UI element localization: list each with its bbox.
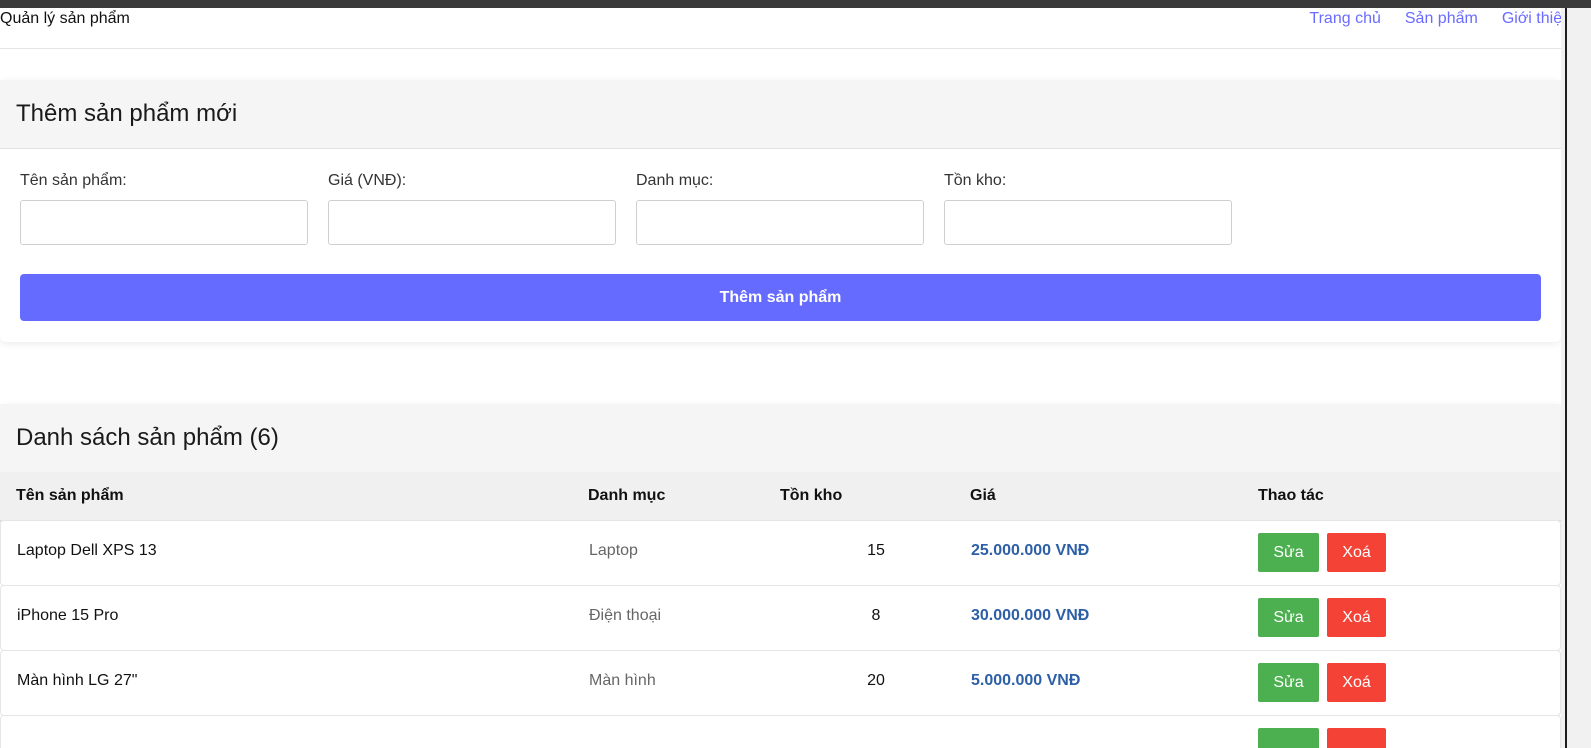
table-row: Laptop Dell XPS 13 Laptop 15 25.000.000 … — [0, 520, 1561, 586]
app-brand: Quản lý sản phẩm — [0, 10, 130, 27]
main-nav: Trang chủ Sản phẩm Giới thiệu — [1309, 10, 1561, 28]
add-product-button[interactable]: Thêm sản phẩm — [20, 274, 1541, 321]
product-stock: 15 — [867, 542, 885, 559]
product-stock: 20 — [867, 672, 885, 689]
product-category: Laptop — [589, 542, 638, 559]
table-row — [0, 715, 1561, 748]
delete-button[interactable]: Xoá — [1327, 533, 1386, 572]
field-name-label: Tên sản phẩm: — [20, 172, 127, 189]
field-price-group: Giá (VNĐ): — [328, 172, 616, 245]
product-list-card: Danh sách sản phẩm (6) Tên sản phẩm Danh… — [0, 404, 1561, 748]
product-price: 30.000.000 VNĐ — [971, 607, 1090, 624]
product-name-input[interactable] — [20, 200, 308, 245]
edit-button[interactable]: Sửa — [1258, 663, 1319, 702]
product-price-input[interactable] — [328, 200, 616, 245]
delete-button[interactable]: Xoá — [1327, 598, 1386, 637]
add-product-fields: Tên sản phẩm: Giá (VNĐ): Danh mục: Tồn k… — [20, 172, 1232, 245]
edit-button[interactable] — [1258, 728, 1319, 748]
nav-link-about[interactable]: Giới thiệu — [1502, 10, 1561, 28]
table-row: Màn hình LG 27" Màn hình 20 5.000.000 VN… — [0, 650, 1561, 716]
field-category-label: Danh mục: — [636, 172, 714, 189]
nav-link-home[interactable]: Trang chủ — [1309, 10, 1380, 28]
product-name: iPhone 15 Pro — [17, 607, 119, 624]
product-stock-input[interactable] — [944, 200, 1232, 245]
field-name-group: Tên sản phẩm: — [20, 172, 308, 245]
add-product-card: Thêm sản phẩm mới Tên sản phẩm: Giá (VNĐ… — [0, 80, 1561, 342]
column-header-actions: Thao tác — [1258, 487, 1324, 504]
product-stock: 8 — [871, 607, 881, 624]
table-header: Tên sản phẩm Danh mục Tồn kho Giá Thao t… — [0, 472, 1561, 522]
edit-button[interactable]: Sửa — [1258, 533, 1319, 572]
product-name: Màn hình LG 27" — [17, 672, 138, 689]
column-header-stock: Tồn kho — [780, 487, 843, 504]
product-category: Điện thoại — [589, 607, 662, 624]
scrollbar-divider — [1565, 8, 1567, 748]
nav-link-products[interactable]: Sản phẩm — [1405, 10, 1478, 28]
product-category: Màn hình — [589, 672, 656, 689]
delete-button[interactable]: Xoá — [1327, 663, 1386, 702]
field-category-group: Danh mục: — [636, 172, 924, 245]
field-stock-label: Tồn kho: — [944, 172, 1007, 189]
edit-button[interactable]: Sửa — [1258, 598, 1319, 637]
top-navbar: Quản lý sản phẩm Trang chủ Sản phẩm Giới… — [0, 8, 1561, 49]
page-viewport: Quản lý sản phẩm Trang chủ Sản phẩm Giới… — [0, 8, 1561, 748]
product-category-input[interactable] — [636, 200, 924, 245]
table-row: iPhone 15 Pro Điện thoại 8 30.000.000 VN… — [0, 585, 1561, 651]
field-price-label: Giá (VNĐ): — [328, 172, 407, 189]
product-price: 5.000.000 VNĐ — [971, 672, 1081, 689]
product-list-title: Danh sách sản phẩm (6) — [0, 404, 1561, 473]
product-price: 25.000.000 VNĐ — [971, 542, 1090, 559]
field-stock-group: Tồn kho: — [944, 172, 1232, 245]
delete-button[interactable] — [1327, 728, 1386, 748]
add-product-title: Thêm sản phẩm mới — [0, 80, 1561, 149]
product-name: Laptop Dell XPS 13 — [17, 542, 157, 559]
column-header-price: Giá — [970, 487, 996, 504]
column-header-name: Tên sản phẩm — [16, 487, 124, 504]
column-header-category: Danh mục — [588, 487, 666, 504]
